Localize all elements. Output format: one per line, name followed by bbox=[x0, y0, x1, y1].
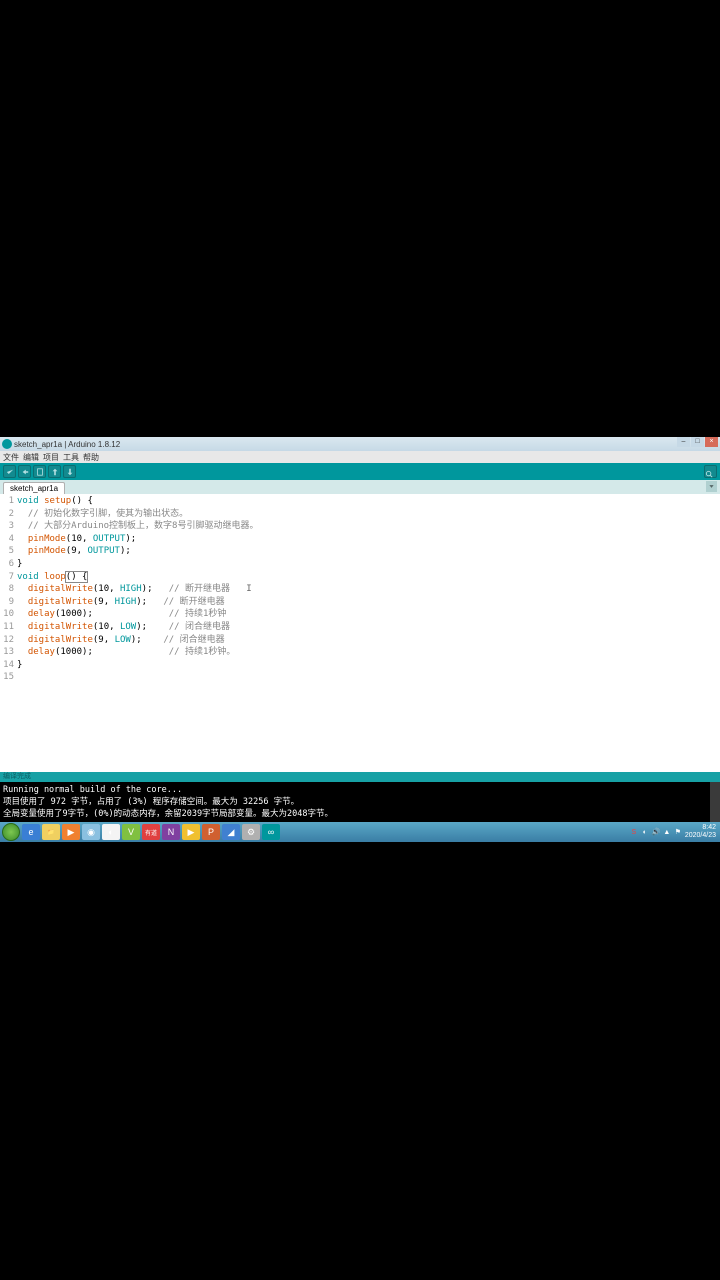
line-number: 2 bbox=[0, 508, 14, 521]
code-line[interactable]: } bbox=[17, 659, 720, 672]
taskbar-app-app5[interactable]: ◢ bbox=[222, 824, 240, 840]
menu-sketch[interactable]: 项目 bbox=[43, 452, 59, 463]
save-button[interactable] bbox=[63, 465, 76, 478]
serial-monitor-button[interactable] bbox=[704, 465, 717, 478]
code-line[interactable]: digitalWrite(10, LOW); // 闭合继电器 bbox=[17, 621, 720, 634]
code-line[interactable]: digitalWrite(10, HIGH); // 断开继电器 I bbox=[17, 583, 720, 596]
line-number: 4 bbox=[0, 533, 14, 546]
code-line[interactable]: delay(1000); // 持续1秒钟。 bbox=[17, 646, 720, 659]
line-number: 11 bbox=[0, 621, 14, 634]
open-button[interactable] bbox=[48, 465, 61, 478]
arduino-ide-window: sketch_apr1a | Arduino 1.8.12 – □ × 文件 编… bbox=[0, 437, 720, 842]
verify-button[interactable] bbox=[3, 465, 16, 478]
titlebar[interactable]: sketch_apr1a | Arduino 1.8.12 – □ × bbox=[0, 437, 720, 451]
app-icon bbox=[2, 439, 12, 449]
taskbar-clock[interactable]: 8:42 2020/4/23 bbox=[685, 824, 718, 840]
taskbar-app-player[interactable]: ▶ bbox=[62, 824, 80, 840]
taskbar-app-app2[interactable]: V bbox=[122, 824, 140, 840]
start-button[interactable] bbox=[2, 823, 20, 841]
tray-icon[interactable]: ▲ bbox=[662, 827, 672, 837]
code-line[interactable]: } bbox=[17, 558, 720, 571]
upload-button[interactable] bbox=[18, 465, 31, 478]
code-line[interactable]: void setup() { bbox=[17, 495, 720, 508]
line-number: 10 bbox=[0, 608, 14, 621]
code-line[interactable]: pinMode(10, OUTPUT); bbox=[17, 533, 720, 546]
line-number: 14 bbox=[0, 659, 14, 672]
line-number: 3 bbox=[0, 520, 14, 533]
taskbar-app-chrome[interactable]: ◐ bbox=[102, 824, 120, 840]
taskbar-app-ie[interactable]: e bbox=[22, 824, 40, 840]
code-line[interactable]: digitalWrite(9, LOW); // 闭合继电器 bbox=[17, 634, 720, 647]
menu-tools[interactable]: 工具 bbox=[63, 452, 79, 463]
taskbar-app-ppt[interactable]: P bbox=[202, 824, 220, 840]
code-line[interactable]: // 大部分Arduino控制板上，数字8号引脚驱动继电器。 bbox=[17, 520, 720, 533]
taskbar-app-app4[interactable]: ▶ bbox=[182, 824, 200, 840]
taskbar-app-app6[interactable]: ⚙ bbox=[242, 824, 260, 840]
windows-taskbar[interactable]: e📁▶◉◐V有道N▶P◢⚙∞ S ◐ 🔊 ▲ ⚑ 8:42 2020/4/23 bbox=[0, 822, 720, 842]
tray-icon[interactable]: ⚑ bbox=[673, 827, 683, 837]
tray-icon[interactable]: 🔊 bbox=[651, 827, 661, 837]
code-area[interactable]: void setup() { // 初始化数字引脚，使其为输出状态。 // 大部… bbox=[17, 494, 720, 772]
taskbar-app-onenote[interactable]: N bbox=[162, 824, 180, 840]
tabbar: sketch_apr1a bbox=[0, 480, 720, 494]
tray-icon[interactable]: ◐ bbox=[640, 827, 650, 837]
toolbar bbox=[0, 463, 720, 480]
line-number: 13 bbox=[0, 646, 14, 659]
menu-help[interactable]: 帮助 bbox=[83, 452, 99, 463]
code-editor[interactable]: 123456789101112131415 void setup() { // … bbox=[0, 494, 720, 772]
console-line: Running normal build of the core... bbox=[3, 784, 717, 796]
console-header: 编译完成 bbox=[0, 772, 720, 782]
taskbar-app-arduino[interactable]: ∞ bbox=[262, 824, 280, 840]
code-line[interactable]: pinMode(9, OUTPUT); bbox=[17, 545, 720, 558]
code-line[interactable]: delay(1000); // 持续1秒钟 bbox=[17, 608, 720, 621]
tab-menu-button[interactable] bbox=[706, 481, 717, 492]
line-number: 12 bbox=[0, 634, 14, 647]
console-line: 全局变量使用了9字节，(0%)的动态内存，余留2039字节局部变量。最大为204… bbox=[3, 808, 717, 820]
line-gutter: 123456789101112131415 bbox=[0, 494, 17, 772]
code-line[interactable]: // 初始化数字引脚，使其为输出状态。 bbox=[17, 508, 720, 521]
maximize-button[interactable]: □ bbox=[691, 437, 704, 447]
taskbar-app-app3[interactable]: 有道 bbox=[142, 824, 160, 840]
line-number: 5 bbox=[0, 545, 14, 558]
line-number: 7 bbox=[0, 571, 14, 584]
menu-file[interactable]: 文件 bbox=[3, 452, 19, 463]
close-button[interactable]: × bbox=[705, 437, 718, 447]
new-button[interactable] bbox=[33, 465, 46, 478]
menubar: 文件 编辑 项目 工具 帮助 bbox=[0, 451, 720, 463]
minimize-button[interactable]: – bbox=[677, 437, 690, 447]
tab-sketch[interactable]: sketch_apr1a bbox=[3, 482, 65, 494]
console-line: 项目使用了 972 字节，占用了 (3%) 程序存储空间。最大为 32256 字… bbox=[3, 796, 717, 808]
line-number: 8 bbox=[0, 583, 14, 596]
line-number: 15 bbox=[0, 671, 14, 684]
line-number: 1 bbox=[0, 495, 14, 508]
taskbar-app-app1[interactable]: ◉ bbox=[82, 824, 100, 840]
system-tray[interactable]: S ◐ 🔊 ▲ ⚑ 8:42 2020/4/23 bbox=[629, 824, 718, 840]
line-number: 9 bbox=[0, 596, 14, 609]
menu-edit[interactable]: 编辑 bbox=[23, 452, 39, 463]
code-line[interactable]: digitalWrite(9, HIGH); // 断开继电器 bbox=[17, 596, 720, 609]
taskbar-app-explorer[interactable]: 📁 bbox=[42, 824, 60, 840]
code-line[interactable]: void loop() { bbox=[17, 571, 720, 584]
tray-icon[interactable]: S bbox=[629, 827, 639, 837]
line-number: 6 bbox=[0, 558, 14, 571]
window-title: sketch_apr1a | Arduino 1.8.12 bbox=[14, 440, 120, 449]
